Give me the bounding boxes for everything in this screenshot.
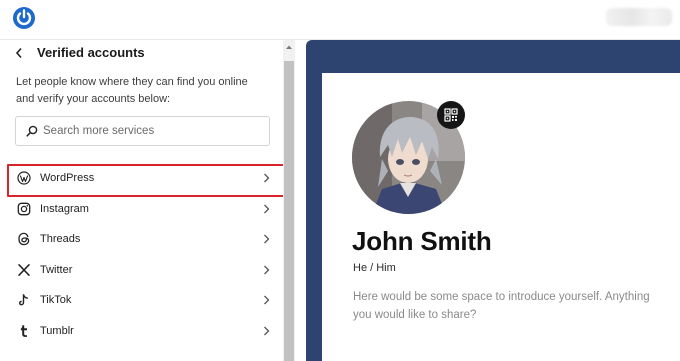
twitter-x-icon bbox=[17, 263, 31, 277]
service-label: WordPress bbox=[40, 172, 95, 185]
panel-title: Verified accounts bbox=[37, 45, 145, 60]
profile-pronouns: He / Him bbox=[353, 262, 396, 274]
qr-code-button[interactable] bbox=[437, 101, 465, 129]
service-label: TikTok bbox=[40, 294, 72, 307]
power-logo-icon[interactable] bbox=[10, 4, 38, 32]
chevron-right-icon bbox=[264, 326, 270, 335]
search-box[interactable] bbox=[15, 116, 270, 146]
tiktok-icon bbox=[17, 293, 31, 307]
search-icon bbox=[26, 125, 38, 137]
search-input[interactable] bbox=[43, 125, 243, 137]
scroll-up-arrow-icon[interactable] bbox=[284, 43, 294, 51]
chevron-right-icon bbox=[264, 234, 270, 244]
service-item-instagram[interactable]: Instagram bbox=[0, 194, 290, 225]
service-label: Tumblr bbox=[40, 324, 74, 337]
instagram-icon bbox=[17, 202, 31, 216]
scrollbar-thumb[interactable] bbox=[284, 61, 294, 361]
profile-name: John Smith bbox=[352, 226, 492, 256]
service-item-tiktok[interactable]: TikTok bbox=[0, 285, 290, 316]
verified-accounts-panel: Verified accounts Let people know where … bbox=[0, 40, 296, 361]
chevron-right-icon bbox=[264, 295, 270, 305]
back-button[interactable] bbox=[14, 44, 24, 62]
service-label: Instagram bbox=[40, 202, 89, 215]
service-label: Threads bbox=[40, 233, 81, 246]
tumblr-icon bbox=[17, 324, 31, 338]
service-item-threads[interactable]: Threads bbox=[0, 224, 290, 255]
top-bar bbox=[0, 0, 680, 40]
threads-icon bbox=[17, 232, 31, 246]
chevron-left-icon bbox=[15, 47, 22, 59]
service-item-twitter[interactable]: Twitter bbox=[0, 255, 290, 286]
service-label: Twitter bbox=[40, 263, 73, 276]
chevron-right-icon bbox=[264, 265, 270, 274]
service-item-tumblr[interactable]: Tumblr bbox=[0, 316, 290, 347]
account-menu-blurred[interactable] bbox=[606, 8, 672, 26]
qr-code-icon bbox=[444, 108, 458, 122]
service-item-wordpress[interactable]: WordPress bbox=[0, 163, 290, 197]
panel-description: Let people know where they can find you … bbox=[16, 76, 248, 105]
profile-bio: Here would be some space to introduce yo… bbox=[353, 291, 650, 321]
chevron-right-icon bbox=[264, 204, 270, 213]
chevron-right-icon bbox=[264, 173, 270, 183]
services-list: WordPress Instagram Threads Twitter TikT… bbox=[0, 163, 290, 346]
wordpress-icon bbox=[17, 171, 31, 185]
